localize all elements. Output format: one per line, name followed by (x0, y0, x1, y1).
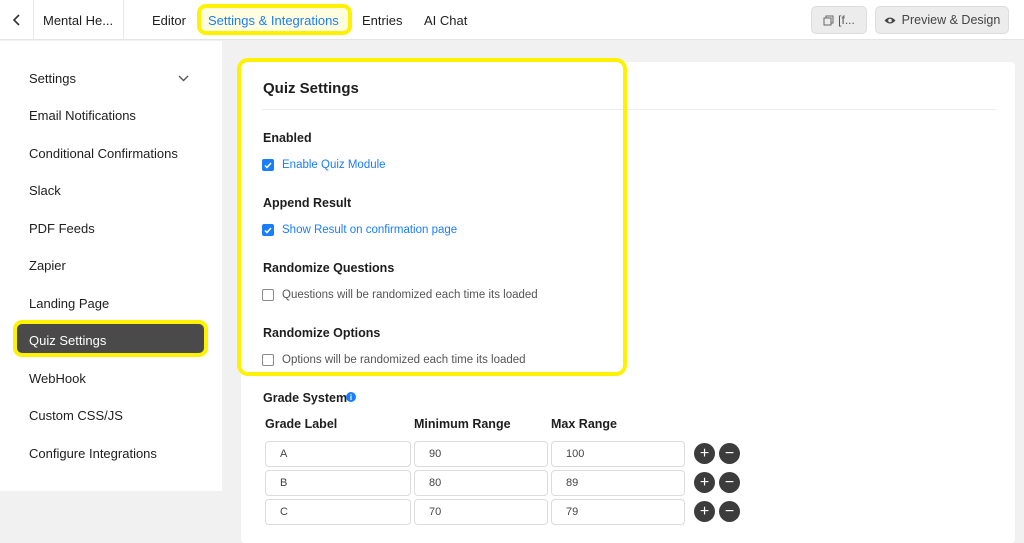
sidebar-item-quiz-settings[interactable]: Quiz Settings (29, 331, 106, 351)
remove-row-minus-icon[interactable]: − (719, 443, 740, 464)
sidebar-item-landing-page[interactable]: Landing Page (29, 294, 109, 314)
minimum-range-input[interactable]: 90 (414, 441, 548, 467)
top-bar: Mental He... Editor Settings & Integrati… (0, 0, 1024, 40)
copy-icon (823, 15, 834, 25)
max-range-input[interactable]: 89 (551, 470, 685, 496)
grade-system-label: Grade System (263, 391, 348, 405)
sidebar-item-custom-css-js[interactable]: Custom CSS/JS (29, 406, 123, 426)
grade-label-input[interactable]: C (265, 499, 411, 525)
max-range-input[interactable]: 100 (551, 441, 685, 467)
shortcode-button[interactable]: [f... (811, 6, 867, 34)
sidebar-item-webhook[interactable]: WebHook (29, 369, 86, 389)
grade-label-input[interactable]: B (265, 470, 411, 496)
chevron-left-icon (12, 14, 20, 26)
add-row-plus-icon[interactable]: + (694, 472, 715, 493)
max-range-header: Max Range (551, 417, 617, 431)
add-row-plus-icon[interactable]: + (694, 501, 715, 522)
tab-editor[interactable]: Editor (152, 0, 186, 40)
sidebar-item-email-notifications[interactable]: Email Notifications (29, 106, 136, 126)
minimum-range-input[interactable]: 70 (414, 499, 548, 525)
sidebar-item-zapier[interactable]: Zapier (29, 256, 66, 276)
info-icon[interactable]: i (346, 392, 356, 402)
sidebar-item-settings[interactable]: Settings (29, 69, 76, 89)
chevron-down-icon[interactable] (176, 71, 190, 85)
tab-settings-integrations[interactable]: Settings & Integrations (208, 0, 339, 40)
sidebar-item-configure-integrations[interactable]: Configure Integrations (29, 444, 157, 464)
sidebar-item-pdf-feeds[interactable]: PDF Feeds (29, 219, 95, 239)
highlight-quiz-settings (237, 58, 627, 376)
grade-label-header: Grade Label (265, 417, 338, 431)
sidebar-item-slack[interactable]: Slack (29, 181, 61, 201)
tab-entries[interactable]: Entries (362, 0, 402, 40)
form-name[interactable]: Mental He... (34, 0, 124, 40)
add-row-plus-icon[interactable]: + (694, 443, 715, 464)
preview-design-button[interactable]: Preview & Design (875, 6, 1009, 34)
tab-ai-chat[interactable]: AI Chat (424, 0, 467, 40)
eye-icon (884, 17, 896, 23)
minimum-range-header: Minimum Range (414, 417, 511, 431)
minimum-range-input[interactable]: 80 (414, 470, 548, 496)
remove-row-minus-icon[interactable]: − (719, 472, 740, 493)
shortcode-label: [f... (838, 13, 855, 27)
back-button[interactable] (0, 0, 34, 40)
grade-label-input[interactable]: A (265, 441, 411, 467)
max-range-input[interactable]: 79 (551, 499, 685, 525)
preview-label: Preview & Design (901, 13, 1001, 27)
sidebar-item-conditional-confirmations[interactable]: Conditional Confirmations (29, 144, 178, 164)
remove-row-minus-icon[interactable]: − (719, 501, 740, 522)
